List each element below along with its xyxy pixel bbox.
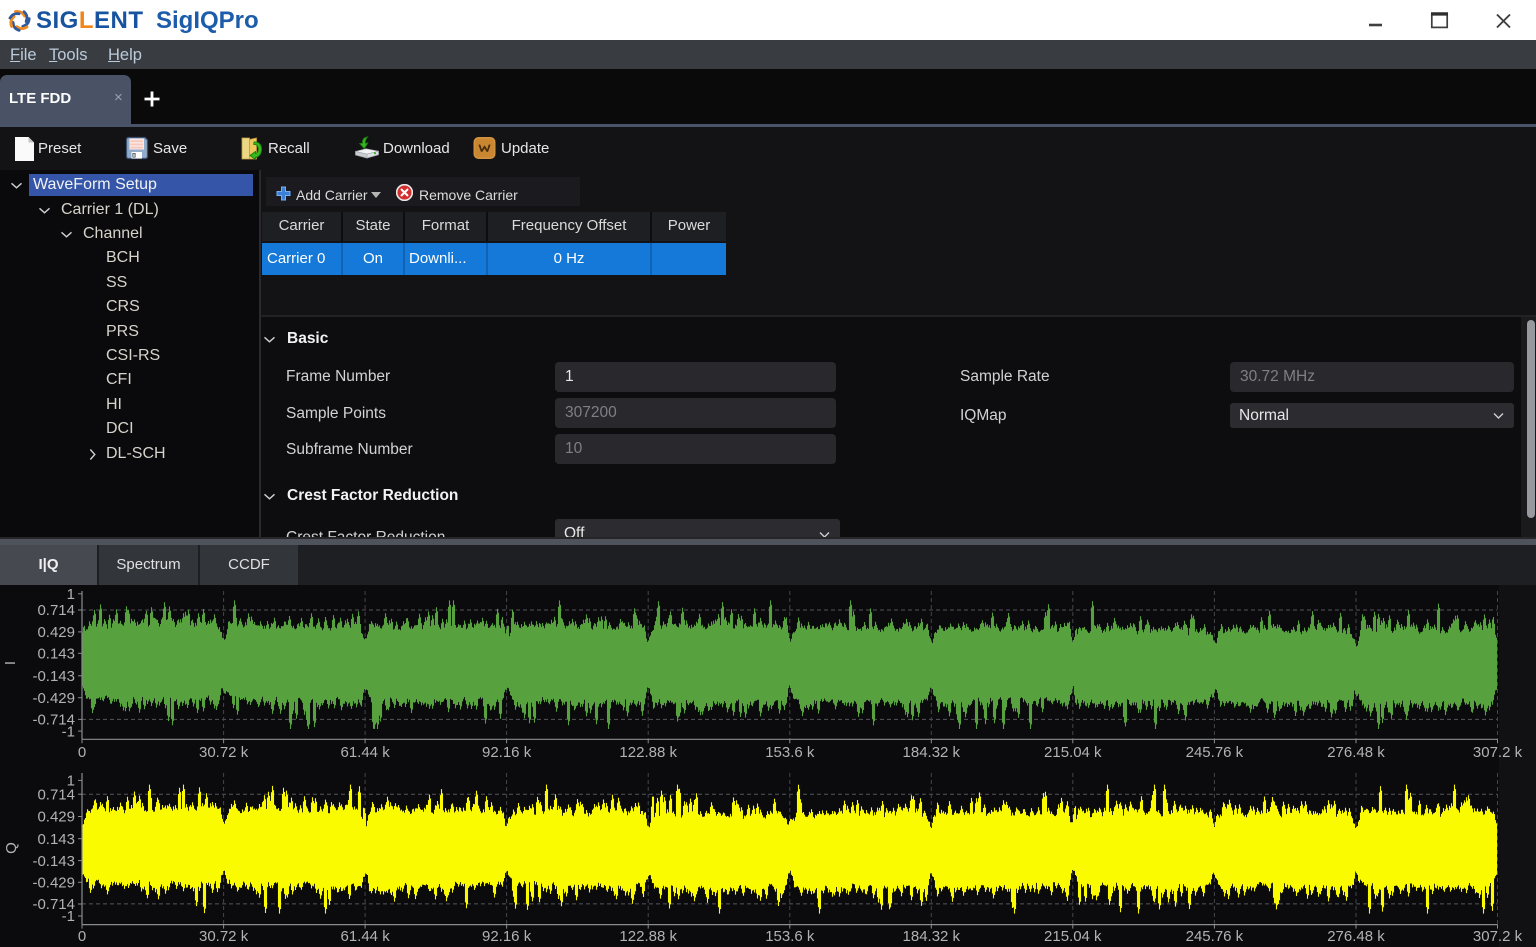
svg-text:0.143: 0.143 bbox=[37, 831, 75, 848]
svg-text:92.16 k: 92.16 k bbox=[482, 744, 532, 761]
svg-text:30.72 k: 30.72 k bbox=[199, 744, 249, 761]
svg-text:0.714: 0.714 bbox=[37, 786, 75, 803]
svg-text:-1: -1 bbox=[62, 723, 75, 740]
svg-text:0.429: 0.429 bbox=[37, 809, 75, 826]
svg-text:30.72 k: 30.72 k bbox=[199, 928, 249, 945]
svg-text:122.88 k: 122.88 k bbox=[619, 744, 677, 761]
svg-text:122.88 k: 122.88 k bbox=[619, 928, 677, 945]
svg-text:153.6 k: 153.6 k bbox=[765, 744, 815, 761]
svg-text:Q: Q bbox=[3, 842, 20, 854]
svg-text:-0.143: -0.143 bbox=[32, 853, 75, 870]
svg-text:215.04 k: 215.04 k bbox=[1044, 928, 1102, 945]
svg-text:215.04 k: 215.04 k bbox=[1044, 744, 1102, 761]
svg-text:92.16 k: 92.16 k bbox=[482, 928, 532, 945]
svg-text:276.48 k: 276.48 k bbox=[1327, 928, 1385, 945]
svg-text:-0.429: -0.429 bbox=[32, 875, 75, 892]
svg-text:245.76 k: 245.76 k bbox=[1186, 744, 1244, 761]
svg-text:184.32 k: 184.32 k bbox=[903, 928, 961, 945]
svg-text:184.32 k: 184.32 k bbox=[903, 744, 961, 761]
svg-text:-0.429: -0.429 bbox=[32, 690, 75, 707]
svg-text:-0.143: -0.143 bbox=[32, 668, 75, 685]
svg-text:1: 1 bbox=[67, 586, 75, 603]
svg-text:-1: -1 bbox=[62, 908, 75, 925]
svg-text:0: 0 bbox=[78, 744, 86, 761]
svg-text:61.44 k: 61.44 k bbox=[340, 928, 390, 945]
svg-text:276.48 k: 276.48 k bbox=[1327, 744, 1385, 761]
svg-text:0.714: 0.714 bbox=[37, 602, 75, 619]
svg-text:307.2 k: 307.2 k bbox=[1473, 744, 1523, 761]
svg-text:0.143: 0.143 bbox=[37, 646, 75, 663]
svg-text:153.6 k: 153.6 k bbox=[765, 928, 815, 945]
svg-text:245.76 k: 245.76 k bbox=[1186, 928, 1244, 945]
svg-text:0.429: 0.429 bbox=[37, 624, 75, 641]
svg-text:61.44 k: 61.44 k bbox=[340, 744, 390, 761]
svg-text:0: 0 bbox=[78, 928, 86, 945]
svg-text:307.2 k: 307.2 k bbox=[1473, 928, 1523, 945]
svg-text:I: I bbox=[2, 661, 19, 665]
